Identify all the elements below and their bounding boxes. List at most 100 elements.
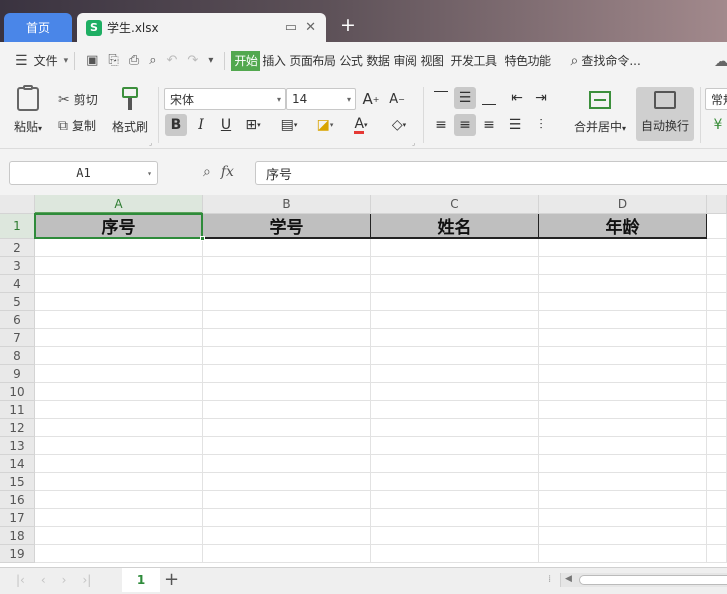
align-bottom-icon[interactable]: ⎽ xyxy=(478,87,500,109)
cell[interactable] xyxy=(539,401,707,419)
cell[interactable] xyxy=(707,401,727,419)
cell[interactable] xyxy=(203,509,371,527)
row-header-3[interactable]: 3 xyxy=(0,257,35,275)
sheet-tab-1[interactable]: 1 xyxy=(122,568,160,592)
row-header-8[interactable]: 8 xyxy=(0,347,35,365)
column-header-c[interactable]: C xyxy=(371,195,539,214)
horizontal-scrollbar[interactable]: ◀ xyxy=(560,573,727,587)
cell-style-icon[interactable]: ▤ ▾ xyxy=(278,114,300,136)
menu-tab-page-layout[interactable]: 页面布局 xyxy=(287,52,337,69)
new-tab-button[interactable]: + xyxy=(340,16,356,35)
menu-tab-insert[interactable]: 插入 xyxy=(260,52,287,69)
cell[interactable] xyxy=(371,383,539,401)
cell[interactable] xyxy=(35,239,203,257)
currency-format-icon[interactable]: ¥ xyxy=(707,114,727,136)
cell[interactable] xyxy=(371,347,539,365)
number-format-select[interactable]: 常规 xyxy=(705,88,727,110)
distributed-align-icon[interactable]: ⫶ xyxy=(530,114,552,136)
scroll-left-icon[interactable]: ◀ xyxy=(565,574,572,584)
undo-icon[interactable]: ↶ xyxy=(167,53,178,68)
cell[interactable] xyxy=(35,293,203,311)
cloud-sync-icon[interactable]: ☁ xyxy=(714,52,727,70)
name-box[interactable]: A1 ▾ xyxy=(9,161,158,185)
cell[interactable] xyxy=(371,473,539,491)
cell[interactable] xyxy=(539,527,707,545)
align-left-icon[interactable]: ≡ xyxy=(430,114,452,136)
cell[interactable] xyxy=(707,545,727,563)
cell[interactable] xyxy=(35,275,203,293)
menu-tab-home[interactable]: 开始 xyxy=(231,50,261,71)
cell[interactable] xyxy=(371,257,539,275)
cell[interactable] xyxy=(539,383,707,401)
row-header-14[interactable]: 14 xyxy=(0,455,35,473)
cell[interactable] xyxy=(539,293,707,311)
cell[interactable] xyxy=(707,257,727,275)
quick-access-more-icon[interactable]: ▾ xyxy=(208,55,213,66)
cell[interactable] xyxy=(203,311,371,329)
menu-tab-view[interactable]: 视图 xyxy=(418,52,445,69)
cell[interactable] xyxy=(35,311,203,329)
row-header-11[interactable]: 11 xyxy=(0,401,35,419)
row-header-18[interactable]: 18 xyxy=(0,527,35,545)
cell[interactable] xyxy=(371,527,539,545)
formula-input[interactable]: 序号 xyxy=(255,161,727,185)
zoom-search-icon[interactable]: ⌕ xyxy=(203,164,211,180)
prev-sheet-icon[interactable]: ‹ xyxy=(41,573,46,587)
header-cell-c1[interactable]: 姓名 xyxy=(371,214,539,239)
save-icon[interactable]: ▣ xyxy=(86,53,98,68)
format-painter-button[interactable]: 格式刷 xyxy=(110,87,150,135)
menu-tab-review[interactable]: 审阅 xyxy=(391,52,418,69)
cell[interactable] xyxy=(35,509,203,527)
cell[interactable] xyxy=(203,365,371,383)
cell[interactable] xyxy=(707,473,727,491)
copy-button[interactable]: ⧉ 复制 xyxy=(58,117,96,134)
cell[interactable] xyxy=(35,329,203,347)
font-size-select[interactable]: 14 ▾ xyxy=(286,88,356,110)
row-header-4[interactable]: 4 xyxy=(0,275,35,293)
row-header-15[interactable]: 15 xyxy=(0,473,35,491)
row-header-13[interactable]: 13 xyxy=(0,437,35,455)
cell[interactable] xyxy=(371,491,539,509)
add-sheet-button[interactable]: + xyxy=(164,569,179,590)
cell[interactable] xyxy=(707,311,727,329)
cell[interactable] xyxy=(35,545,203,563)
cell[interactable] xyxy=(707,491,727,509)
cell[interactable] xyxy=(35,473,203,491)
cell[interactable] xyxy=(371,275,539,293)
cell[interactable] xyxy=(539,311,707,329)
cell[interactable] xyxy=(371,455,539,473)
cell[interactable] xyxy=(539,509,707,527)
cell[interactable] xyxy=(707,239,727,257)
cell[interactable] xyxy=(35,437,203,455)
column-header-b[interactable]: B xyxy=(203,195,371,214)
cell[interactable] xyxy=(707,527,727,545)
italic-button[interactable]: I xyxy=(190,114,212,136)
column-header-d[interactable]: D xyxy=(539,195,707,214)
row-header-6[interactable]: 6 xyxy=(0,311,35,329)
dialog-launcher-icon[interactable]: ⌟ xyxy=(412,139,415,147)
menu-tab-formulas[interactable]: 公式 xyxy=(337,52,364,69)
first-sheet-icon[interactable]: |‹ xyxy=(16,573,25,587)
header-cell-d1[interactable]: 年龄 xyxy=(539,214,707,239)
column-header-a[interactable]: A xyxy=(35,195,203,214)
cell[interactable] xyxy=(371,293,539,311)
menu-tab-data[interactable]: 数据 xyxy=(364,52,391,69)
decrease-font-size-icon[interactable]: A − xyxy=(386,88,408,110)
spreadsheet-grid[interactable]: A B C D 1 序号 学号 姓名 年龄 2 3 4 5 6 7 8 9 10 11 12 13 14 15 16 17 18 1… xyxy=(0,195,727,567)
cell[interactable] xyxy=(539,491,707,509)
cell[interactable] xyxy=(707,293,727,311)
cell[interactable] xyxy=(707,214,727,239)
cell[interactable] xyxy=(35,491,203,509)
cell[interactable] xyxy=(203,455,371,473)
cell[interactable] xyxy=(707,419,727,437)
cell[interactable] xyxy=(539,257,707,275)
cell[interactable] xyxy=(539,329,707,347)
float-window-icon[interactable]: ▭ xyxy=(285,20,297,35)
cut-button[interactable]: ✂ 剪切 xyxy=(58,91,98,108)
cell[interactable] xyxy=(539,347,707,365)
column-header-e[interactable] xyxy=(707,195,727,214)
cell[interactable] xyxy=(203,419,371,437)
decrease-indent-icon[interactable]: ⇤ xyxy=(506,87,528,109)
print-preview-icon[interactable]: ⌕ xyxy=(149,53,156,68)
cell[interactable] xyxy=(539,419,707,437)
